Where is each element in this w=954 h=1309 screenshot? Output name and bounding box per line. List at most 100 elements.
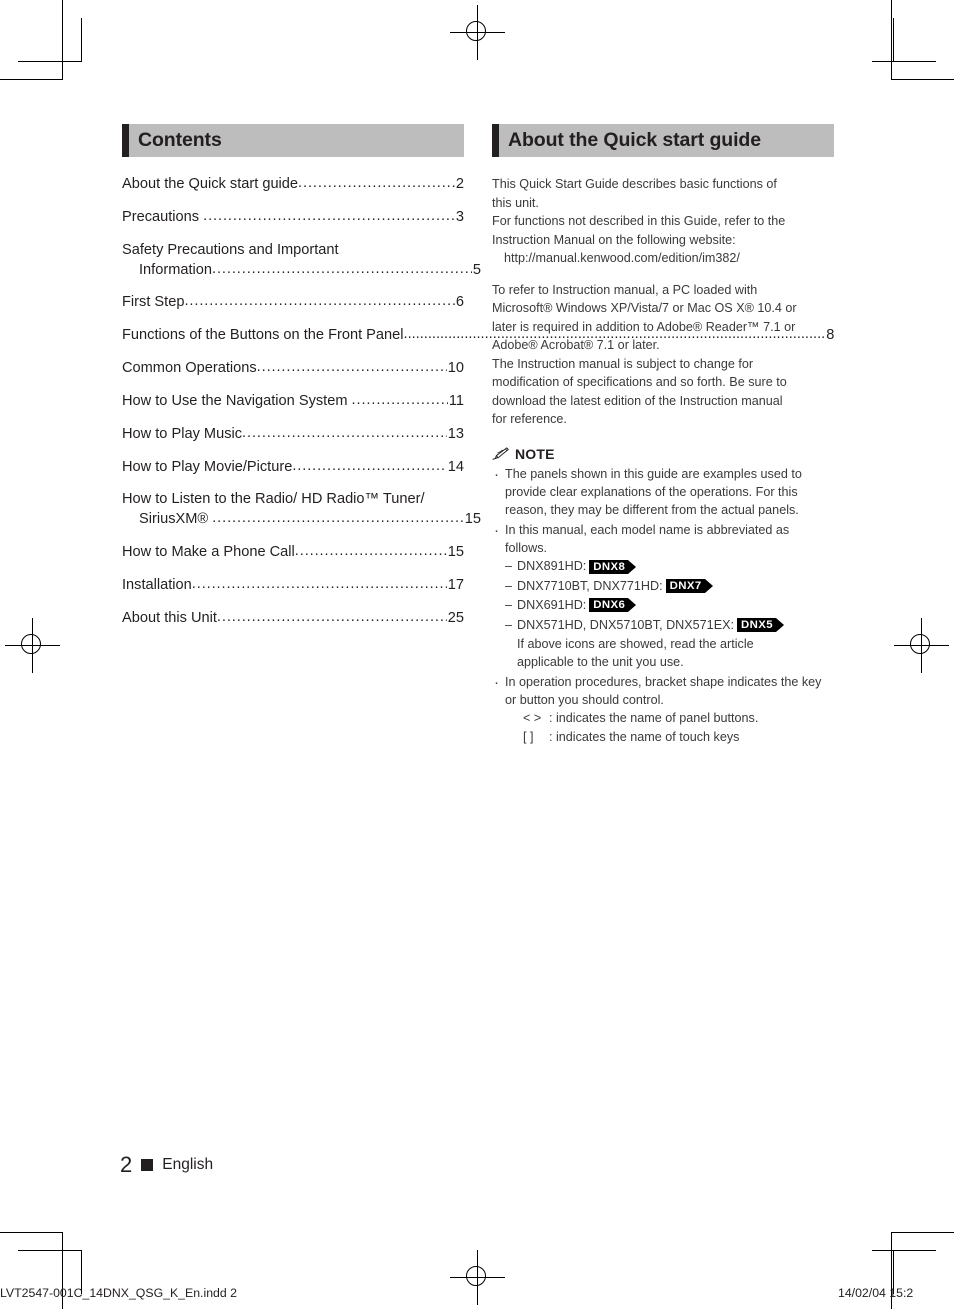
toc-page-number: 14 (447, 458, 464, 475)
toc-label: First Step (122, 294, 185, 311)
toc-entry[interactable]: First Step 6 (122, 293, 464, 313)
toc-entry[interactable]: About this Unit 25 (122, 609, 464, 629)
header-accent-bar (122, 124, 129, 157)
model-item: DNX691HD: DNX6 (505, 596, 834, 615)
note-heading: NOTE (492, 446, 834, 462)
toc-leader (212, 509, 464, 529)
about-column: About the Quick start guide This Quick S… (492, 124, 834, 747)
model-note-line: If above icons are showed, read the arti… (517, 636, 754, 651)
model-abbreviation-list: DNX891HD: DNX8 DNX7710BT, DNX771HD: DNX7… (505, 557, 834, 634)
toc-entry[interactable]: How to Listen to the Radio/ HD Radio™ Tu… (122, 490, 481, 530)
table-of-contents: About the Quick start guide 2 Precaution… (122, 175, 834, 629)
toc-label: About the Quick start guide (122, 176, 299, 192)
note-item: In this manual, each model name is abbre… (492, 520, 834, 672)
toc-page-number: 15 (464, 511, 481, 528)
intro-line: Instruction Manual on the following webs… (492, 232, 736, 247)
toc-leader (298, 174, 455, 194)
toc-leader (184, 292, 454, 312)
toc-label: How to Use the Navigation System (122, 392, 352, 409)
toc-label: How to Make a Phone Call (122, 544, 295, 561)
toc-label: Installation (122, 576, 192, 593)
toc-entry[interactable]: How to Use the Navigation System 11 (122, 392, 464, 412)
dnx8-badge-icon: DNX8 (589, 559, 637, 574)
model-item: DNX571HD, DNX5710BT, DNX571EX: DNX5 (505, 616, 834, 634)
dnx7-badge-icon: DNX7 (665, 578, 713, 593)
square-bracket-desc: : indicates the name of touch keys (549, 729, 740, 744)
note-text: In operation procedures, bracket shape i… (505, 674, 822, 707)
toc-leader (295, 542, 447, 562)
square-bracket-symbol: [ ] (523, 729, 534, 744)
requirements-line: To refer to Instruction manual, a PC loa… (492, 282, 758, 297)
print-slug-filename: LVT2547-001C_14DNX_QSG_K_En.indd 2 (0, 1286, 237, 1300)
dnx5-badge-icon: DNX5 (737, 617, 784, 632)
contents-column: Contents About the Quick start guide 2 P… (122, 124, 834, 642)
requirements-line: Microsoft® Windows XP/Vista/7 or Mac OS … (492, 301, 797, 315)
note-list: The panels shown in this guide are examp… (492, 463, 834, 747)
toc-page-number: 6 (455, 294, 464, 311)
model-note-line: applicable to the unit you use. (517, 655, 684, 670)
toc-entry[interactable]: About the Quick start guide 2 (122, 175, 464, 195)
toc-label: Safety Precautions and Important (122, 241, 339, 258)
model-note: If above icons are showed, read the arti… (505, 635, 834, 672)
folio-page-number: 2 (120, 1152, 133, 1177)
folio-language: English (162, 1156, 214, 1173)
note-item: In operation procedures, bracket shape i… (492, 672, 834, 747)
contents-section-header: Contents (122, 124, 464, 157)
toc-label: How to Play Music (122, 425, 243, 442)
note-text: The panels shown in this guide are examp… (505, 466, 802, 518)
intro-line: this unit. (492, 195, 539, 210)
note-text: In this manual, each model name is abbre… (505, 522, 790, 555)
toc-leader (203, 207, 455, 227)
intro-line: This Quick Start Guide describes basic f… (492, 177, 777, 191)
about-heading: About the Quick start guide (508, 129, 761, 151)
note-item: The panels shown in this guide are examp… (492, 463, 834, 520)
toc-leader (242, 424, 447, 444)
toc-entry[interactable]: Safety Precautions and Important Informa… (122, 241, 481, 281)
toc-entry[interactable]: Common Operations 10 (122, 359, 464, 379)
toc-label: About this Unit (122, 609, 217, 626)
toc-page-number: 3 (455, 208, 464, 225)
requirements-line: The Instruction manual is subject to cha… (492, 356, 754, 371)
angle-bracket-desc: : indicates the name of panel buttons. (549, 711, 759, 726)
folio-square-icon (141, 1159, 154, 1171)
note-label: NOTE (515, 445, 555, 462)
toc-entry[interactable]: How to Play Music 13 (122, 425, 464, 445)
toc-label: Precautions (122, 208, 204, 225)
manual-url[interactable]: http://manual.kenwood.com/edition/im382/ (492, 249, 834, 268)
toc-page-number: 2 (455, 176, 464, 192)
print-slug-timestamp: 14/02/04 15:2 (838, 1286, 914, 1300)
requirements-line: later is required in addition to Adobe® … (492, 319, 796, 334)
toc-label: How to Play Movie/Picture (122, 458, 293, 475)
requirements-line: for reference. (492, 412, 567, 426)
angle-bracket-symbol: < > (523, 711, 542, 726)
toc-entry[interactable]: How to Play Movie/Picture 14 (122, 458, 464, 478)
toc-page-number: 17 (447, 576, 464, 593)
toc-page-number: 25 (447, 609, 464, 626)
page-folio: 2 English (120, 1152, 213, 1178)
requirements-line: Adobe® Acrobat® 7.1 or later. (492, 338, 660, 352)
toc-entry[interactable]: Precautions 3 (122, 208, 464, 228)
toc-leader (212, 260, 472, 280)
toc-label: Common Operations (122, 360, 257, 377)
toc-page-number: 15 (447, 544, 464, 561)
toc-entry[interactable]: Installation 17 (122, 576, 464, 596)
toc-label-cont: Information (139, 261, 213, 278)
requirements-line: download the latest edition of the Instr… (492, 393, 783, 408)
header-accent-bar (492, 124, 499, 157)
toc-leader (352, 391, 448, 411)
toc-entry[interactable]: How to Make a Phone Call 15 (122, 543, 464, 563)
model-item: DNX891HD: DNX8 (505, 557, 834, 576)
about-section-header: About the Quick start guide (492, 124, 834, 157)
toc-label-cont: SiriusXM® (139, 511, 213, 528)
model-item: DNX7710BT, DNX771HD: DNX7 (505, 577, 834, 596)
toc-leader (192, 575, 447, 595)
contents-heading: Contents (138, 129, 222, 151)
toc-leader (217, 608, 447, 628)
toc-entry[interactable]: Functions of the Buttons on the Front Pa… (122, 326, 834, 346)
requirements-line: modification of specifications and so fo… (492, 375, 787, 389)
model-names: DNX691HD: (517, 598, 587, 613)
toc-leader (292, 457, 446, 477)
model-names: DNX7710BT, DNX771HD: (517, 578, 663, 593)
model-names: DNX891HD: (517, 559, 587, 574)
dnx6-badge-icon: DNX6 (589, 598, 637, 613)
